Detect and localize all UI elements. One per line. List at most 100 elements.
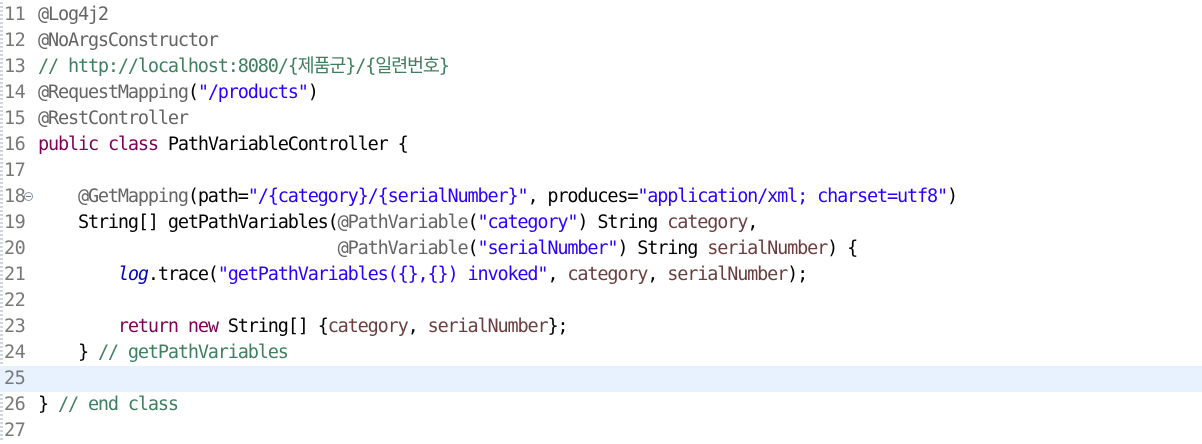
line-number: 24: [4, 342, 26, 363]
code-line[interactable]: 20 @PathVariable("serialNumber") String …: [0, 236, 1202, 262]
fold-collapse-icon[interactable]: [24, 192, 33, 201]
code-token: @Log4j2: [38, 4, 109, 25]
code-text: @GetMapping(path="/{category}/{serialNum…: [38, 184, 958, 210]
code-token: };: [547, 316, 568, 337]
code-line[interactable]: 21 log.trace("getPathVariables({},{}) in…: [0, 262, 1202, 288]
code-line[interactable]: 13 // http://localhost:8080/{제품군}/{일련번호}: [0, 54, 1202, 80]
code-text: @RequestMapping("/products"): [38, 80, 319, 106]
line-number: 20: [4, 238, 26, 259]
code-token: @PathVariable: [337, 212, 469, 233]
code-token: "getPathVariables({},{}) invoked": [217, 264, 549, 285]
code-line[interactable]: 23 return new String[] {category, serial…: [0, 314, 1202, 340]
code-token: // getPathVariables: [97, 342, 289, 363]
code-line[interactable]: 14 @RequestMapping("/products"): [0, 80, 1202, 106]
code-token: class: [107, 134, 159, 155]
code-token: .trace(: [147, 264, 219, 285]
code-text: log.trace("getPathVariables({},{}) invok…: [38, 262, 808, 288]
code-token: "/{category}/{serialNumber}": [247, 186, 529, 207]
code-line[interactable]: 26 } // end class: [0, 392, 1202, 418]
code-editor[interactable]: 11 @Log4j2 12 @NoArgsConstructor 13 // http:/…: [0, 2, 1202, 442]
code-line[interactable]: 16 public class PathVariableController {: [0, 132, 1202, 158]
code-token: @NoArgsConstructor: [38, 30, 219, 51]
line-number: 26: [4, 394, 26, 415]
line-number: 17: [4, 160, 26, 181]
code-token: @PathVariable: [337, 238, 469, 259]
code-line[interactable]: 15 @RestController: [0, 106, 1202, 132]
line-number: 11: [4, 4, 26, 25]
code-line[interactable]: 22: [0, 288, 1202, 314]
line-number: 14: [4, 82, 26, 103]
line-number: 16: [4, 134, 26, 155]
code-token: serialNumber: [667, 264, 788, 285]
code-text: @RestController: [38, 106, 189, 132]
code-token: "serialNumber": [477, 238, 618, 259]
code-line[interactable]: 27: [0, 418, 1202, 444]
code-text: return new String[] {category, serialNum…: [38, 314, 569, 340]
line-number: 21: [4, 264, 26, 285]
code-token: "category": [477, 212, 578, 233]
code-token: category: [567, 264, 648, 285]
code-line[interactable]: 18 @GetMapping(path="/{category}/{serial…: [0, 184, 1202, 210]
code-line[interactable]: 24 } // getPathVariables: [0, 340, 1202, 366]
code-token: @RestController: [38, 108, 189, 129]
code-line[interactable]: 17: [0, 158, 1202, 184]
code-token: , produces=: [527, 186, 638, 207]
line-number: 23: [4, 316, 26, 337]
code-text: String[] getPathVariables(@PathVariable(…: [38, 210, 758, 236]
code-line[interactable]: 19 String[] getPathVariables(@PathVariab…: [0, 210, 1202, 236]
code-token: serialNumber: [427, 316, 549, 337]
code-token: ) String: [577, 212, 668, 233]
code-token: ,: [647, 264, 668, 285]
code-token: ,: [547, 264, 568, 285]
code-text: } // end class: [38, 392, 179, 418]
code-text: @PathVariable("serialNumber") String ser…: [38, 236, 859, 262]
code-line[interactable]: 12 @NoArgsConstructor: [0, 28, 1202, 54]
code-token: );: [787, 264, 808, 285]
code-text: } // getPathVariables: [38, 340, 289, 366]
code-token: "/products": [197, 82, 309, 103]
code-token: (: [467, 238, 478, 259]
line-number: 19: [4, 212, 26, 233]
code-token: ,: [407, 316, 428, 337]
line-number: 22: [4, 290, 26, 311]
code-text: @Log4j2: [38, 2, 109, 28]
code-token: @GetMapping: [77, 186, 189, 207]
line-number: 15: [4, 108, 26, 129]
code-text: @NoArgsConstructor: [38, 28, 219, 54]
code-token: (: [467, 212, 478, 233]
code-token: ) {: [827, 238, 858, 259]
code-token: (path=: [187, 186, 249, 207]
line-number: 13: [4, 56, 26, 77]
code-line[interactable]: 11 @Log4j2: [0, 2, 1202, 28]
code-token: ): [307, 82, 319, 103]
code-token: category: [667, 212, 748, 233]
code-token: ) String: [617, 238, 708, 259]
code-token: "application/xml; charset=utf8": [637, 186, 948, 207]
line-number: 27: [4, 420, 26, 441]
code-token: }: [38, 342, 98, 363]
code-line-current[interactable]: 25: [0, 366, 1202, 392]
line-number: 25: [4, 368, 26, 389]
code-token: PathVariableController {: [157, 134, 409, 155]
code-token: String[] {: [217, 316, 329, 337]
code-token: ,: [747, 212, 758, 233]
code-token: @RequestMapping: [38, 82, 189, 103]
code-token: ): [946, 186, 958, 207]
code-text: // http://localhost:8080/{제품군}/{일련번호}: [38, 54, 450, 80]
line-number: 12: [4, 30, 26, 51]
code-token: category: [327, 316, 409, 337]
code-token: log: [117, 264, 149, 285]
code-token: String[] getPathVariables(: [38, 212, 339, 233]
code-token: return: [117, 316, 179, 337]
code-token: public: [38, 134, 99, 155]
code-text: public class PathVariableController {: [38, 132, 409, 158]
code-token: new: [187, 316, 219, 337]
code-token: // end class: [57, 394, 179, 415]
code-token: (: [187, 82, 199, 103]
